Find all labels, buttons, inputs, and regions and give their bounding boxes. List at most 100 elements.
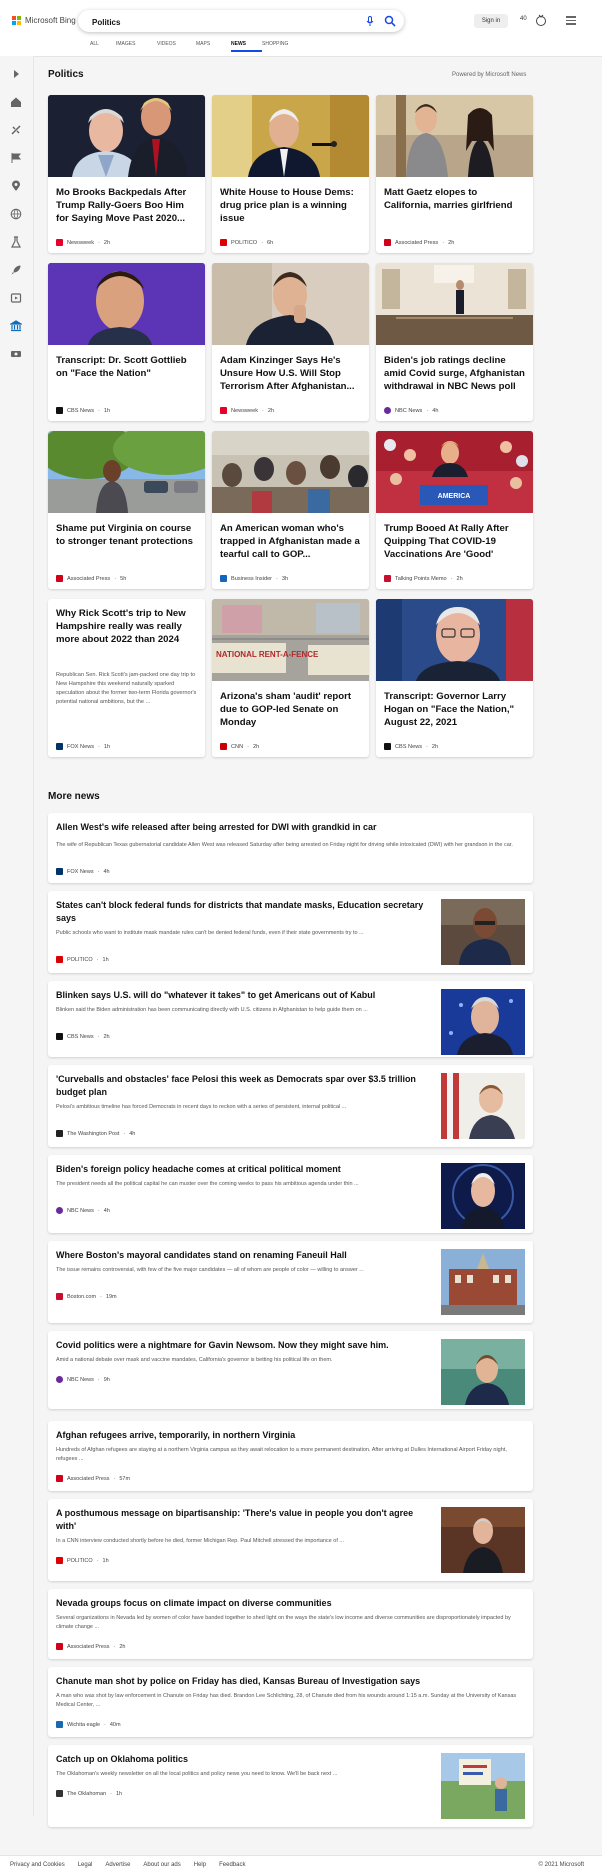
advertise-link[interactable]: Advertise	[105, 1862, 130, 1868]
card-image	[376, 263, 533, 345]
card-source: Business Insider · 3h	[220, 575, 288, 582]
news-list-item[interactable]: Where Boston's mayoral candidates stand …	[48, 1241, 533, 1323]
news-card[interactable]: Shame put Virginia on course to stronger…	[48, 431, 205, 589]
the-oklahoman-icon	[56, 1790, 63, 1797]
news-list-item[interactable]: Biden's foreign policy headache comes at…	[48, 1155, 533, 1233]
card-source: POLITICO · 6h	[220, 239, 273, 246]
news-card[interactable]: Matt Gaetz elopes to California, marries…	[376, 95, 533, 253]
news-card[interactable]: Transcript: Governor Larry Hogan on "Fac…	[376, 599, 533, 757]
microphone-icon[interactable]	[364, 15, 376, 27]
legal-link[interactable]: Legal	[78, 1862, 93, 1868]
tab-all[interactable]: ALL	[90, 41, 116, 55]
news-card[interactable]: AMERICA Trump Booed At Rally After Quipp…	[376, 431, 533, 589]
card-title[interactable]: Matt Gaetz elopes to California, marries…	[384, 186, 525, 212]
card-image	[376, 599, 533, 681]
card-source: CBS News · 2h	[384, 743, 438, 750]
source-name: Associated Press	[395, 239, 439, 246]
tab-news[interactable]: NEWS	[231, 41, 262, 55]
item-snippet: The Oklahoman's weekly newsletter on all…	[56, 1771, 338, 1777]
rewards-icon[interactable]	[534, 13, 548, 27]
item-title[interactable]: A posthumous message on bipartisanship: …	[56, 1507, 429, 1533]
card-title[interactable]: White House to House Dems: drug price pl…	[220, 186, 361, 225]
sports-icon[interactable]	[10, 124, 22, 136]
news-card[interactable]: Why Rick Scott's trip to New Hampshire r…	[48, 599, 205, 757]
about-ads-link[interactable]: About our ads	[143, 1862, 180, 1868]
news-card[interactable]: Biden's job ratings decline amid Covid s…	[376, 263, 533, 421]
expand-icon[interactable]	[10, 68, 22, 80]
science-icon[interactable]	[10, 236, 22, 248]
item-title[interactable]: 'Curveballs and obstacles' face Pelosi t…	[56, 1073, 429, 1099]
item-source: Wichita eagle · 40m	[56, 1721, 121, 1728]
item-title[interactable]: Catch up on Oklahoma politics	[56, 1753, 429, 1766]
card-source: FOX News · 1h	[56, 743, 110, 750]
sign-in-button[interactable]: Sign in	[474, 14, 508, 28]
card-title[interactable]: Shame put Virginia on course to stronger…	[56, 522, 197, 548]
news-list-item[interactable]: States can't block federal funds for dis…	[48, 891, 533, 973]
item-title[interactable]: Biden's foreign policy headache comes at…	[56, 1163, 429, 1176]
item-title[interactable]: Blinken says U.S. will do "whatever it t…	[56, 989, 429, 1002]
rocket-icon[interactable]	[10, 264, 22, 276]
card-title[interactable]: Trump Booed At Rally After Quipping That…	[384, 522, 525, 561]
sign-text: AMERICA	[438, 493, 471, 500]
hamburger-menu-icon[interactable]	[566, 14, 576, 26]
news-card[interactable]: Adam Kinzinger Says He's Unsure How U.S.…	[212, 263, 369, 421]
news-list-item[interactable]: Catch up on Oklahoma politics The Oklaho…	[48, 1745, 533, 1827]
item-title[interactable]: Where Boston's mayoral candidates stand …	[56, 1249, 429, 1262]
entertainment-icon[interactable]	[10, 292, 22, 304]
item-title[interactable]: Nevada groups focus on climate impact on…	[56, 1597, 525, 1610]
feedback-link[interactable]: Feedback	[219, 1862, 245, 1868]
location-icon[interactable]	[10, 180, 22, 192]
card-title[interactable]: Why Rick Scott's trip to New Hampshire r…	[56, 607, 197, 646]
bing-logo[interactable]: Microsoft Bing	[12, 16, 76, 25]
politics-icon[interactable]	[10, 320, 22, 332]
tab-videos[interactable]: VIDEOS	[157, 41, 196, 55]
card-title[interactable]: Mo Brooks Backpedals After Trump Rally-G…	[56, 186, 197, 225]
card-title[interactable]: An American woman who's trapped in Afgha…	[220, 522, 361, 561]
news-card[interactable]: Transcript: Dr. Scott Gottlieb on "Face …	[48, 263, 205, 421]
news-list-item[interactable]: Chanute man shot by police on Friday has…	[48, 1667, 533, 1737]
card-title[interactable]: Biden's job ratings decline amid Covid s…	[384, 354, 525, 393]
source-name: FOX News	[67, 743, 95, 750]
card-title[interactable]: Transcript: Dr. Scott Gottlieb on "Face …	[56, 354, 197, 380]
item-thumbnail	[441, 1163, 525, 1229]
help-link[interactable]: Help	[194, 1862, 206, 1868]
news-card[interactable]: An American woman who's trapped in Afgha…	[212, 431, 369, 589]
card-title[interactable]: Transcript: Governor Larry Hogan on "Fac…	[384, 690, 525, 729]
news-list-item[interactable]: 'Curveballs and obstacles' face Pelosi t…	[48, 1065, 533, 1147]
tab-shopping[interactable]: SHOPPING	[262, 41, 302, 55]
search-input[interactable]	[90, 13, 334, 31]
tab-maps[interactable]: MAPS	[196, 41, 231, 55]
money-icon[interactable]	[10, 348, 22, 360]
card-image	[212, 95, 369, 177]
news-list-item[interactable]: Nevada groups focus on climate impact on…	[48, 1589, 533, 1659]
card-title[interactable]: Adam Kinzinger Says He's Unsure How U.S.…	[220, 354, 361, 393]
news-card[interactable]: NATIONAL RENT-A-FENCE Arizona's sham 'au…	[212, 599, 369, 757]
card-source: Talking Points Memo · 2h	[384, 575, 463, 582]
home-icon[interactable]	[10, 96, 22, 108]
news-list-item[interactable]: Allen West's wife released after being a…	[48, 813, 533, 883]
card-title[interactable]: Arizona's sham 'audit' report due to GOP…	[220, 690, 361, 729]
item-title[interactable]: States can't block federal funds for dis…	[56, 899, 429, 925]
news-card[interactable]: Mo Brooks Backpedals After Trump Rally-G…	[48, 95, 205, 253]
fence-sign-text: NATIONAL RENT-A-FENCE	[216, 650, 319, 659]
news-list-item[interactable]: Covid politics were a nightmare for Gavi…	[48, 1331, 533, 1409]
time-ago: 6h	[266, 239, 274, 246]
source-name: CBS News	[395, 743, 423, 750]
item-source: FOX News · 4h	[56, 868, 110, 875]
search-icon[interactable]	[384, 15, 396, 27]
globe-icon[interactable]	[10, 208, 22, 220]
flag-icon[interactable]	[10, 152, 22, 164]
item-title[interactable]: Chanute man shot by police on Friday has…	[56, 1675, 525, 1688]
news-list-item[interactable]: Blinken says U.S. will do "whatever it t…	[48, 981, 533, 1057]
item-title[interactable]: Afghan refugees arrive, temporarily, in …	[56, 1429, 525, 1442]
news-card[interactable]: White House to House Dems: drug price pl…	[212, 95, 369, 253]
rewards-points[interactable]: 40	[520, 16, 527, 22]
microsoft-logo-icon	[12, 16, 21, 25]
news-list-item[interactable]: A posthumous message on bipartisanship: …	[48, 1499, 533, 1581]
privacy-link[interactable]: Privacy and Cookies	[10, 1862, 65, 1868]
item-snippet: A man who was shot by law enforcement in…	[56, 1693, 517, 1708]
item-title[interactable]: Allen West's wife released after being a…	[56, 821, 525, 834]
news-list-item[interactable]: Afghan refugees arrive, temporarily, in …	[48, 1421, 533, 1491]
tab-images[interactable]: IMAGES	[116, 41, 157, 55]
item-title[interactable]: Covid politics were a nightmare for Gavi…	[56, 1339, 429, 1352]
